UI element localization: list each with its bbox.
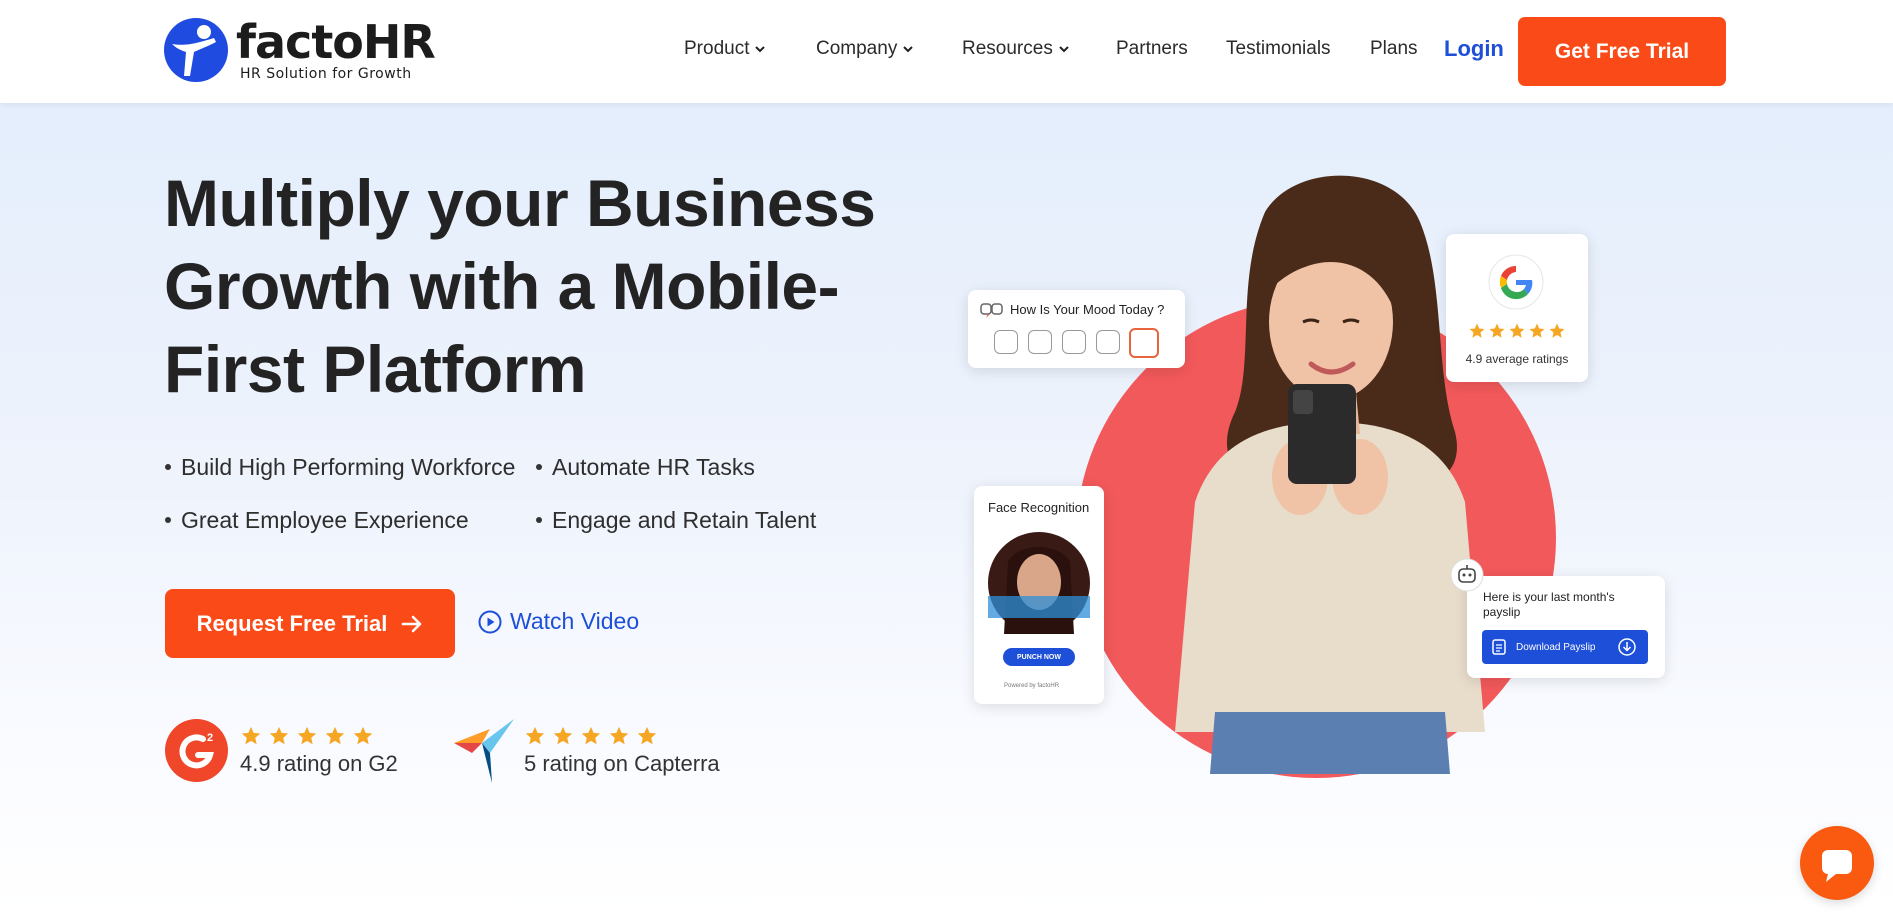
star-icon xyxy=(269,726,289,744)
headline-line: Multiply your Business xyxy=(164,166,876,240)
chevron-down-icon xyxy=(903,46,914,53)
g2-rating[interactable]: 2 4.9 rating on G2 xyxy=(165,719,398,782)
google-logo-icon xyxy=(1488,254,1544,310)
face-scan-avatar xyxy=(988,532,1090,634)
nav-partners-label: Partners xyxy=(1116,38,1188,59)
star-icon xyxy=(1489,323,1505,338)
nav-resources-label: Resources xyxy=(962,38,1053,59)
chat-icon xyxy=(1822,850,1852,882)
svg-text:2: 2 xyxy=(207,732,213,744)
punch-now-button[interactable]: PUNCH NOW xyxy=(1003,648,1075,666)
feature-bullet: Automate HR Tasks xyxy=(536,454,755,480)
nav-plans[interactable]: Plans xyxy=(1370,38,1418,60)
watch-video-label: Watch Video xyxy=(510,608,640,634)
request-free-trial-button[interactable]: Request Free Trial xyxy=(165,589,455,658)
mood-face-icon[interactable] xyxy=(994,330,1018,354)
capterra-rating-text: 5 rating on Capterra xyxy=(524,751,720,776)
get-free-trial-button[interactable]: Get Free Trial xyxy=(1518,17,1726,86)
g2-stars xyxy=(240,725,398,747)
google-rating-text: 4.9 average ratings xyxy=(1465,352,1569,366)
mood-face-happy-icon[interactable] xyxy=(1129,328,1159,358)
nav-plans-label: Plans xyxy=(1370,38,1418,59)
star-icon xyxy=(581,726,601,745)
star-icon xyxy=(241,726,261,744)
headline-line: Growth with a Mobile- xyxy=(164,249,840,323)
download-payslip-label: Download Payslip xyxy=(1516,641,1596,653)
nav-testimonials-label: Testimonials xyxy=(1226,38,1331,59)
login-link[interactable]: Login xyxy=(1444,36,1504,62)
headline-line: First Platform xyxy=(164,332,587,406)
chat-faces-icon xyxy=(980,303,1003,318)
google-stars xyxy=(1468,322,1566,340)
arrow-right-icon xyxy=(402,615,422,632)
nav-company[interactable]: Company xyxy=(816,38,914,60)
g2-logo-icon: 2 xyxy=(165,719,228,782)
site-header: factoHR HR Solution for Growth Product C… xyxy=(0,0,1893,103)
payslip-card: Here is your last month's payslip Downlo… xyxy=(1467,576,1665,678)
star-icon xyxy=(1509,323,1525,338)
star-icon xyxy=(1549,323,1565,338)
star-icon xyxy=(525,726,545,745)
nav-resources[interactable]: Resources xyxy=(962,38,1069,60)
g2-rating-text: 4.9 rating on G2 xyxy=(240,750,398,776)
nav-company-label: Company xyxy=(816,38,898,59)
hero-headline: Multiply your Business Growth with a Mob… xyxy=(164,162,924,411)
star-icon xyxy=(637,726,657,745)
main-nav: Product Company Resources Partners Testi… xyxy=(0,0,1893,103)
capterra-logo-icon xyxy=(454,719,514,783)
download-icon xyxy=(1618,638,1636,656)
feature-bullet: Great Employee Experience xyxy=(165,507,469,533)
face-recognition-title: Face Recognition xyxy=(988,500,1090,515)
star-icon xyxy=(297,726,317,744)
chevron-down-icon xyxy=(755,46,766,53)
star-icon xyxy=(609,726,629,745)
mood-face-icon[interactable] xyxy=(1062,330,1086,354)
feature-bullet: Build High Performing Workforce xyxy=(164,454,516,480)
star-icon xyxy=(1529,323,1545,338)
star-icon xyxy=(325,726,345,744)
chat-support-button[interactable] xyxy=(1800,826,1874,900)
mood-card: How Is Your Mood Today ? xyxy=(968,290,1185,368)
nav-testimonials[interactable]: Testimonials xyxy=(1226,38,1331,60)
punch-now-label: PUNCH NOW xyxy=(1017,653,1061,661)
download-payslip-button[interactable]: Download Payslip xyxy=(1482,630,1648,664)
capterra-stars xyxy=(524,725,720,747)
nav-product-label: Product xyxy=(684,38,750,59)
payslip-message: Here is your last month's payslip xyxy=(1483,590,1615,619)
chevron-down-icon xyxy=(1059,46,1069,53)
capterra-rating[interactable]: 5 rating on Capterra xyxy=(452,719,720,783)
document-icon xyxy=(1492,639,1506,655)
watch-video-link[interactable]: Watch Video xyxy=(478,608,639,635)
star-icon xyxy=(553,726,573,745)
request-free-trial-label: Request Free Trial xyxy=(196,610,388,636)
bot-avatar-icon xyxy=(1450,558,1484,592)
feature-bullet: Engage and Retain Talent xyxy=(535,507,817,533)
play-circle-icon xyxy=(478,610,502,633)
nav-product[interactable]: Product xyxy=(684,38,766,60)
mood-title: How Is Your Mood Today ? xyxy=(1010,302,1165,317)
face-recognition-card: Face Recognition PUNCH NOW Powered by fa… xyxy=(974,486,1104,704)
star-icon xyxy=(1469,323,1485,338)
powered-by-text: Powered by factoHR xyxy=(1004,683,1060,689)
google-rating-card: 4.9 average ratings xyxy=(1446,234,1588,382)
nav-partners[interactable]: Partners xyxy=(1116,38,1188,60)
mood-face-icon[interactable] xyxy=(1028,330,1052,354)
star-icon xyxy=(353,726,373,744)
mood-face-icon[interactable] xyxy=(1096,330,1120,354)
